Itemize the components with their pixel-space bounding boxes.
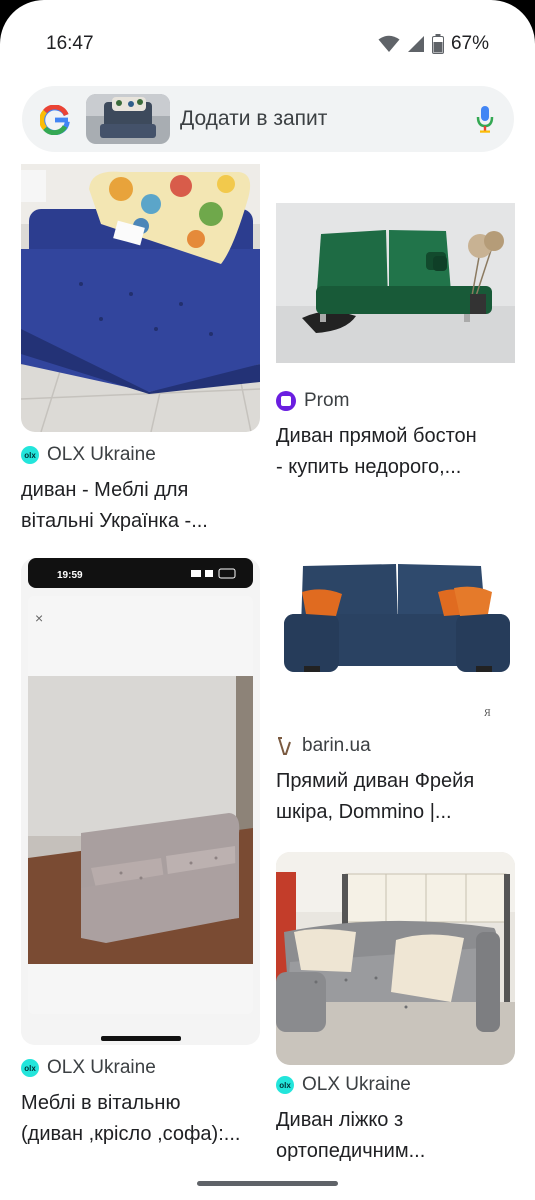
search-placeholder[interactable]: Додати в запит [180,107,327,131]
result-image[interactable] [276,186,515,380]
olx-logo-icon: olx [21,1059,39,1077]
result-title[interactable]: Меблі в вітальню (диван ,крісло ,софа):.… [21,1088,260,1150]
svg-text:olx: olx [24,451,36,460]
status-bar: 16:47 67% [0,0,535,80]
result-title[interactable]: Прямий диван Фрейя шкіра, Dommino |... [276,766,515,828]
close-icon: × [35,610,43,626]
phone-time: 19:59 [57,570,83,581]
result-title-line: шкіра, Dommino |... [276,801,452,823]
result-image[interactable] [21,164,260,432]
home-indicator[interactable] [197,1181,338,1186]
result-source: olx OLX Ukraine [21,1055,260,1081]
wifi-icon [378,35,400,52]
result-source: Prom [276,388,515,414]
source-name: OLX Ukraine [47,444,156,465]
olx-logo-icon: olx [276,1076,294,1094]
result-title[interactable]: Диван прямой бостон - купить недорого,..… [276,421,515,483]
result-title[interactable]: диван - Меблі для вітальні Українка -... [21,475,260,537]
microphone-icon[interactable] [476,105,494,133]
result-title-line: Прямий диван Фрейя [276,770,475,792]
result-image[interactable]: Я [276,506,515,726]
result-card[interactable]: olx OLX Ukraine Диван ліжко з ортопедичн… [276,852,515,1167]
prom-logo-icon [276,391,296,411]
screen: 16:47 67% Додати в запит olx OLX Ukraine… [0,0,535,1200]
result-card[interactable]: 19:59 × olx OLX Ukraine Меблі в вітальню… [21,558,260,1150]
result-card[interactable]: olx OLX Ukraine диван - Меблі для віталь… [21,164,260,537]
result-title-line: вітальні Українка -... [21,510,208,532]
result-title-line: ортопедичним... [276,1140,426,1162]
battery-icon [431,34,444,54]
source-name: Prom [304,390,350,411]
sofa-thumbnail-image [86,94,170,144]
result-title-line: диван - Меблі для [21,479,189,501]
cellular-signal-icon [407,36,424,52]
source-name: OLX Ukraine [47,1057,156,1078]
result-title-line: (диван ,крісло ,софа):... [21,1123,241,1145]
result-title[interactable]: Диван ліжко з ортопедичним... [276,1105,515,1167]
olx-logo-icon: olx [21,446,39,464]
result-title-line: Меблі в вітальню [21,1092,181,1114]
result-card[interactable]: Я barin.ua Прямий диван Фрейя шкіра, Dom… [276,506,515,828]
status-icons: 67% [378,33,489,55]
result-title-line: - купить недорого,... [276,456,462,478]
result-source: barin.ua [276,733,515,759]
result-image[interactable]: 19:59 × [21,558,260,1045]
svg-text:olx: olx [24,1064,36,1073]
barin-logo-icon [278,737,291,755]
source-name: barin.ua [302,735,371,756]
query-image-thumbnail[interactable] [86,94,170,144]
result-title-line: Диван ліжко з [276,1109,404,1131]
google-logo-icon [40,105,70,135]
result-source: olx OLX Ukraine [276,1072,515,1098]
svg-text:Я: Я [484,708,491,719]
status-time: 16:47 [46,33,94,54]
result-source: olx OLX Ukraine [21,442,260,468]
svg-text:olx: olx [279,1081,291,1090]
search-bar[interactable]: Додати в запит [22,86,514,152]
result-card[interactable]: Prom Диван прямой бостон - купить недоро… [276,186,515,483]
source-name: OLX Ukraine [302,1074,411,1095]
battery-percentage: 67% [450,33,489,54]
result-title-line: Диван прямой бостон [276,425,477,447]
result-image[interactable] [276,852,515,1065]
